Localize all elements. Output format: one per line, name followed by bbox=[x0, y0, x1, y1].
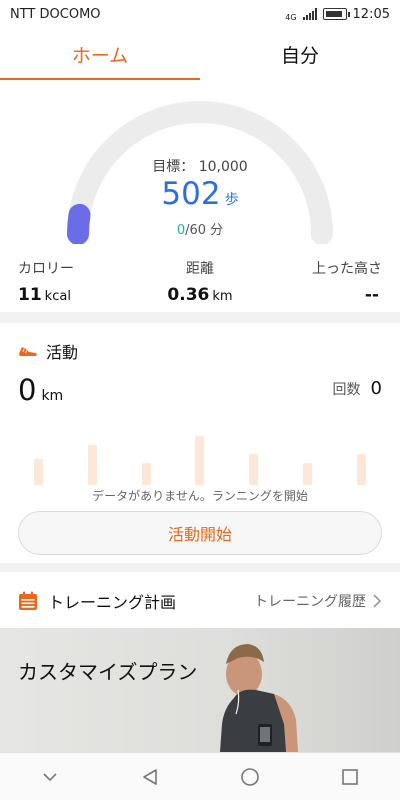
activity-distance: 0 km bbox=[18, 373, 63, 407]
stat-climb: 上った高さ -- bbox=[252, 258, 382, 305]
active-minutes: 0/60 分 bbox=[0, 219, 400, 238]
nav-back-button[interactable] bbox=[126, 757, 174, 797]
signal-icon bbox=[302, 8, 317, 20]
calendar-icon bbox=[19, 591, 37, 610]
placeholder-bar bbox=[142, 463, 151, 485]
clock: 12:05 bbox=[352, 6, 390, 22]
training-plan-card[interactable]: トレーニング計画 トレーニング履歴 bbox=[0, 572, 400, 628]
stat-label: 上った高さ bbox=[312, 261, 382, 277]
training-history-link[interactable]: トレーニング履歴 bbox=[254, 591, 382, 611]
steps-goal: 目標： 10,000 bbox=[152, 159, 248, 175]
stat-calories: カロリー 11 kcal bbox=[18, 258, 148, 305]
placeholder-bars bbox=[20, 423, 380, 485]
banner-title: カスタマイズプラン bbox=[18, 660, 198, 684]
steps-count: 502 歩 bbox=[0, 176, 400, 212]
system-nav-bar bbox=[0, 752, 400, 800]
nav-home-button[interactable] bbox=[226, 757, 274, 797]
start-activity-button[interactable]: 活動開始 bbox=[18, 511, 382, 555]
placeholder-bar bbox=[303, 463, 312, 485]
chevron-down-icon bbox=[43, 772, 57, 781]
steps-unit: 歩 bbox=[224, 192, 239, 208]
carrier-name: NTT DOCOMO bbox=[10, 6, 101, 22]
daily-stats: カロリー 11 kcal 距離 0.36 km 上った高さ -- bbox=[0, 258, 400, 308]
activity-card[interactable]: 活動 0 km 回数 0 データがありません。ランニングを開始 活動開始 bbox=[0, 323, 400, 563]
stat-label: カロリー bbox=[18, 261, 74, 277]
training-history-label: トレーニング履歴 bbox=[254, 594, 366, 610]
minutes-done: 0 bbox=[176, 223, 186, 238]
steps-value: 502 bbox=[161, 176, 221, 212]
runner-photo bbox=[220, 644, 298, 752]
activity-title: 活動 bbox=[46, 343, 79, 362]
placeholder-bar bbox=[88, 445, 97, 485]
stat-value: 11 kcal bbox=[18, 285, 71, 305]
distance-value: 0 bbox=[18, 373, 37, 407]
stat-value: -- bbox=[364, 285, 379, 305]
recents-square-icon bbox=[342, 768, 358, 785]
count-label: 回数 bbox=[332, 382, 361, 398]
back-triangle-icon bbox=[143, 768, 157, 785]
no-data-message: データがありません。ランニングを開始 bbox=[92, 489, 308, 503]
steps-card[interactable]: 目標： 10,000 502 歩 0/60 分 カロリー 11 kcal 距離 0.… bbox=[0, 80, 400, 312]
tab-home[interactable]: ホーム bbox=[0, 28, 200, 80]
stat-distance: 距離 0.36 km bbox=[135, 258, 265, 305]
placeholder-bar bbox=[357, 454, 366, 485]
chevron-right-icon bbox=[373, 594, 382, 608]
nav-recents-button[interactable] bbox=[326, 757, 374, 797]
stat-label: 距離 bbox=[186, 261, 214, 277]
custom-plan-banner[interactable]: カスタマイズプラン bbox=[0, 628, 400, 752]
placeholder-bar bbox=[249, 454, 258, 485]
network-type: 4G bbox=[285, 12, 297, 22]
activity-header: 活動 bbox=[18, 339, 78, 363]
stat-value: 0.36 km bbox=[167, 285, 233, 305]
count-value: 0 bbox=[370, 378, 382, 399]
running-shoe-icon bbox=[19, 347, 37, 356]
placeholder-bar bbox=[34, 459, 43, 485]
training-plan-header: トレーニング計画 bbox=[18, 589, 176, 613]
status-icons: 4G 12:05 bbox=[285, 7, 390, 22]
distance-unit: km bbox=[41, 388, 64, 404]
training-plan-title: トレーニング計画 bbox=[48, 593, 177, 612]
status-bar: NTT DOCOMO 4G 12:05 bbox=[0, 0, 400, 28]
placeholder-bar bbox=[195, 436, 204, 485]
minutes-goal: /60 分 bbox=[185, 223, 224, 238]
battery-icon bbox=[322, 8, 350, 20]
nav-hide-button[interactable] bbox=[26, 757, 74, 797]
top-tabs: ホーム 自分 bbox=[0, 28, 400, 80]
activity-count: 回数 0 bbox=[333, 378, 382, 399]
tab-me[interactable]: 自分 bbox=[200, 28, 400, 80]
home-circle-icon bbox=[241, 767, 259, 786]
